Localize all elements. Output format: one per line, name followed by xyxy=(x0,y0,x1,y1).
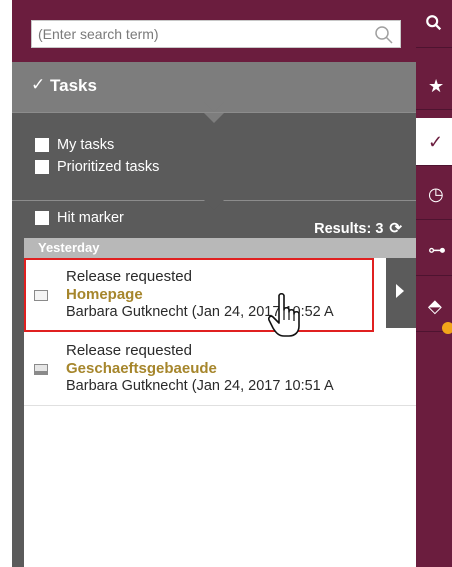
tasks-title: Tasks xyxy=(50,76,97,95)
star-icon: ★ xyxy=(428,76,445,96)
results-count: Results: 3 ⟳ xyxy=(314,219,402,237)
check-icon: ✓ xyxy=(428,132,444,152)
release-icon: ⬘ xyxy=(428,296,442,316)
tasks-header[interactable]: ✓ Tasks xyxy=(12,62,416,112)
open-task-button[interactable] xyxy=(386,258,416,328)
rail-tasks-button[interactable]: ✓ xyxy=(416,118,452,166)
notch-decoration xyxy=(204,102,224,112)
hit-marker-label: Hit marker xyxy=(57,210,124,226)
my-tasks-label: My tasks xyxy=(57,137,115,153)
search-icon xyxy=(426,15,442,31)
search-input[interactable] xyxy=(32,21,374,47)
side-rail: ★ ✓ ◷ ⊶ ⬘ xyxy=(416,0,452,567)
hit-marker-checkbox[interactable] xyxy=(35,211,49,225)
rail-search-button[interactable] xyxy=(416,0,452,48)
task-item[interactable]: Release requested Geschaeftsgebaeude Bar… xyxy=(24,332,416,406)
notification-dot xyxy=(442,322,452,334)
chevron-right-icon xyxy=(396,284,404,298)
my-tasks-checkbox[interactable] xyxy=(35,138,49,152)
search-box[interactable] xyxy=(31,20,401,48)
task-object: Homepage xyxy=(66,286,143,303)
filter-area: My tasks Prioritized tasks xyxy=(12,112,416,201)
task-meta: Barbara Gutknecht (Jan 24, 2017 10:51 A xyxy=(66,378,334,394)
search-icon[interactable] xyxy=(374,25,394,45)
refresh-icon[interactable]: ⟳ xyxy=(389,220,402,237)
prioritized-tasks-checkbox[interactable] xyxy=(35,160,49,174)
task-object: Geschaeftsgebaeude xyxy=(66,360,217,377)
notch-decoration xyxy=(204,200,224,210)
workflow-icon: ⊶ xyxy=(428,240,446,260)
rail-history-button[interactable]: ◷ xyxy=(416,172,452,220)
tasks-panel: ✓ Tasks My tasks Prioritized tasks Hit m… xyxy=(12,0,416,567)
task-list: Release requested Homepage Barbara Gutkn… xyxy=(24,258,416,567)
task-title: Release requested xyxy=(66,268,192,285)
hand-cursor-icon xyxy=(268,292,300,337)
task-title: Release requested xyxy=(66,342,192,359)
results-label: Results: 3 xyxy=(314,221,384,237)
folder-icon xyxy=(34,290,48,301)
clock-icon: ◷ xyxy=(428,184,444,204)
notch-decoration xyxy=(204,113,224,123)
task-item[interactable]: Release requested Homepage Barbara Gutkn… xyxy=(24,258,374,332)
group-header-yesterday: Yesterday xyxy=(24,238,416,258)
rail-favorites-button[interactable]: ★ xyxy=(416,62,452,110)
page-icon xyxy=(34,364,48,375)
rail-workflow-button[interactable]: ⊶ xyxy=(416,228,452,276)
check-icon: ✓ xyxy=(31,75,46,94)
prioritized-tasks-label: Prioritized tasks xyxy=(57,159,160,175)
